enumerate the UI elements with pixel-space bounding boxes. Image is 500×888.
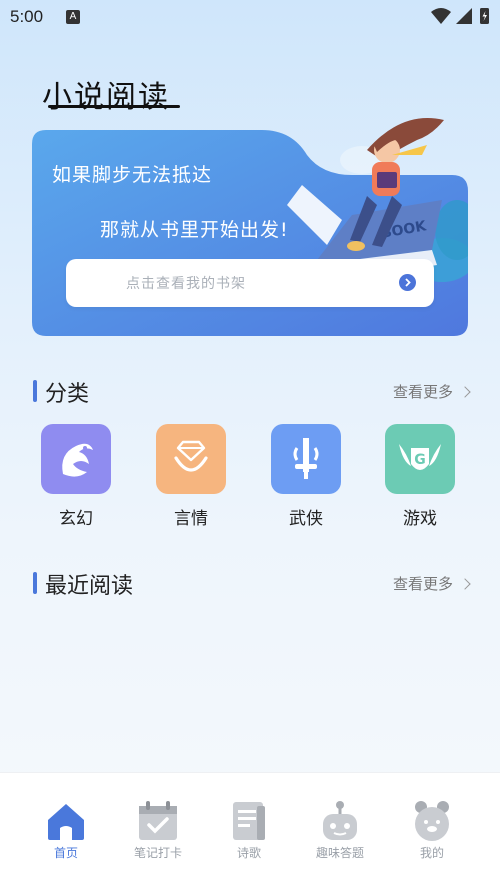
calendar-check-icon [118, 800, 198, 842]
diamond-ring-icon [156, 424, 226, 494]
home-icon [26, 800, 106, 842]
category-label: 玄幻 [59, 509, 93, 529]
category-item-youxi[interactable]: G 游戏 [384, 424, 456, 529]
category-item-wuxia[interactable]: 武侠 [270, 424, 342, 529]
svg-text:G: G [414, 452, 426, 468]
recent-title: 最近阅读 [45, 574, 134, 599]
tab-home[interactable]: 首页 [26, 800, 106, 861]
recent-more-link[interactable]: 查看更多 [393, 573, 471, 594]
robot-icon [300, 800, 380, 842]
tab-label: 趣味答题 [315, 846, 364, 860]
categories-more-link[interactable]: 查看更多 [393, 381, 471, 402]
chevron-right-icon [459, 578, 471, 590]
tab-notes-checkin[interactable]: 笔记打卡 [118, 800, 198, 861]
bookshelf-search-box[interactable]: 点击查看我的书架 [66, 259, 434, 307]
wifi-icon [431, 8, 451, 24]
bear-face-icon [392, 800, 472, 842]
battery-icon [480, 8, 489, 24]
banner-slogan-line1: 如果脚步无法抵达 [52, 164, 213, 186]
status-time: 5:00 [10, 7, 44, 26]
dragon-icon [41, 424, 111, 494]
arrow-right-icon[interactable] [399, 274, 416, 291]
tab-label: 首页 [53, 846, 78, 860]
signal-icon [456, 8, 472, 24]
sword-icon [271, 424, 341, 494]
tab-poetry[interactable]: 诗歌 [209, 800, 289, 861]
recent-more-label: 查看更多 [393, 575, 454, 593]
status-icons [430, 6, 492, 30]
categories-title: 分类 [45, 382, 90, 407]
winged-shield-icon: G [385, 424, 455, 494]
category-label: 言情 [174, 509, 208, 529]
categories-more-label: 查看更多 [393, 383, 454, 401]
category-item-yanqing[interactable]: 言情 [155, 424, 227, 529]
category-item-xuanhuan[interactable]: 玄幻 [40, 424, 112, 529]
chevron-right-icon [459, 386, 471, 398]
title-underline [48, 105, 180, 108]
tab-label: 诗歌 [236, 846, 261, 860]
section-indicator [33, 572, 37, 594]
category-label: 武侠 [289, 509, 323, 529]
tab-label: 笔记打卡 [133, 846, 182, 860]
search-placeholder: 点击查看我的书架 [126, 276, 246, 292]
document-icon [209, 800, 289, 842]
banner-slogan-line2: 那就从书里开始出发! [100, 219, 289, 241]
category-label: 游戏 [403, 509, 437, 529]
section-indicator [33, 380, 37, 402]
status-bar: 5:00 A [0, 0, 500, 34]
notification-icon: A [66, 10, 80, 24]
tab-quiz[interactable]: 趣味答题 [300, 800, 380, 861]
tab-label: 我的 [419, 846, 444, 860]
tab-mine[interactable]: 我的 [392, 800, 472, 861]
